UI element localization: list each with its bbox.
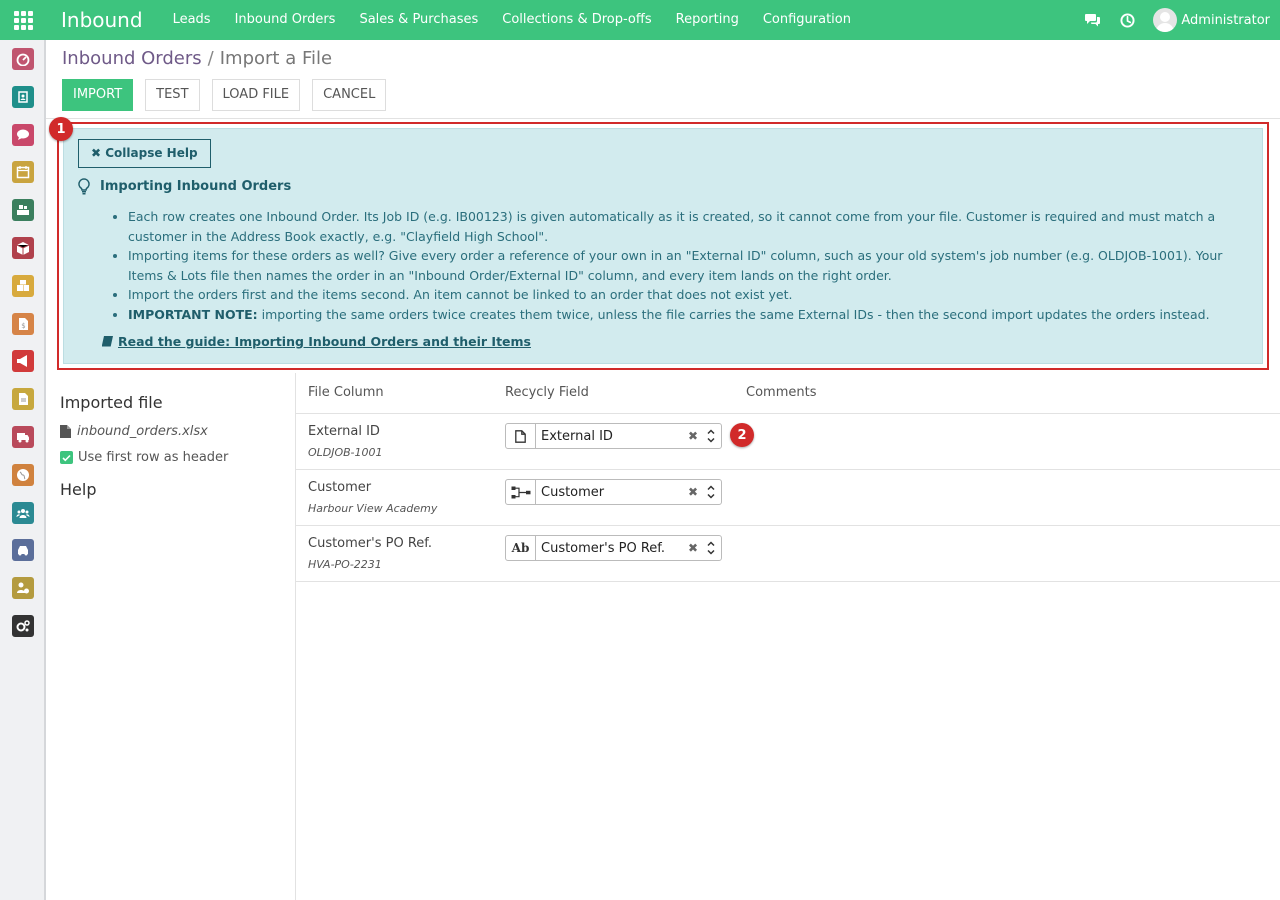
clear-icon[interactable]: ✖	[685, 429, 701, 443]
menu-item-leads[interactable]: Leads	[161, 0, 223, 40]
systray: Administrator	[1075, 0, 1280, 40]
menu-item-sales-purchases[interactable]: Sales & Purchases	[347, 0, 490, 40]
file-column-sample: Harbour View Academy	[308, 502, 438, 515]
menu-item-collections[interactable]: Collections & Drop-offs	[490, 0, 663, 40]
field-select[interactable]: Customer ✖	[505, 479, 722, 505]
file-column-name: External ID	[308, 424, 380, 439]
clear-icon[interactable]: ✖	[685, 541, 701, 555]
help-title-text: Importing Inbound Orders	[100, 179, 292, 194]
menu-item-reporting[interactable]: Reporting	[664, 0, 751, 40]
book-icon	[102, 336, 113, 347]
inventory-icon[interactable]	[12, 199, 34, 222]
control-panel: Inbound Orders / Import a File IMPORT TE…	[46, 40, 1280, 119]
field-mapping-table: File Column Recycly Field Comments Exter…	[296, 373, 1280, 582]
invoicing-icon[interactable]: $	[12, 312, 34, 335]
svg-text:$: $	[21, 322, 25, 330]
field-select-value: Customer	[541, 484, 605, 500]
table-row: Customer's PO Ref. HVA-PO-2231 Ab Custom…	[296, 526, 1280, 582]
imported-file-name: inbound_orders.xlsx	[60, 424, 208, 439]
apps-grid-icon	[13, 10, 33, 30]
activity-clock-icon[interactable]	[1110, 0, 1145, 40]
calendar-icon[interactable]	[12, 161, 34, 184]
imported-file-title: Imported file	[60, 393, 163, 412]
breadcrumb-separator: /	[207, 48, 214, 69]
help-section-title: Help	[60, 480, 97, 499]
text-field-icon: Ab	[506, 536, 536, 560]
lightbulb-icon	[78, 178, 90, 195]
important-note-label: IMPORTANT NOTE:	[128, 306, 258, 322]
marketing-icon[interactable]	[12, 350, 34, 373]
file-column-header: File Column	[308, 385, 384, 400]
table-row: Customer Harbour View Academy Customer ✖	[296, 470, 1280, 526]
avatar	[1153, 8, 1178, 32]
mapping-table-header: File Column Recycly Field Comments	[296, 373, 1280, 414]
help-bullet: Import the orders first and the items se…	[128, 285, 1247, 305]
discuss-icon[interactable]	[12, 123, 34, 146]
checkbox-checked-icon	[60, 451, 73, 464]
file-icon	[506, 424, 536, 448]
relation-icon	[506, 480, 536, 504]
select-arrows-icon[interactable]	[701, 484, 721, 500]
comments-column-header: Comments	[746, 385, 817, 400]
help-highlight-frame: ✖ Collapse Help Importing Inbound Orders…	[49, 117, 1269, 370]
app-sidebar: $	[0, 40, 46, 900]
boxes-icon[interactable]	[12, 237, 34, 259]
field-select-value: Customer's PO Ref.	[541, 540, 666, 556]
file-icon	[60, 425, 71, 438]
top-navbar: Inbound Leads Inbound Orders Sales & Pur…	[0, 0, 1280, 40]
select-arrows-icon[interactable]	[701, 540, 721, 556]
contacts-icon[interactable]	[12, 85, 34, 108]
settings-icon[interactable]	[12, 615, 34, 637]
import-button[interactable]: IMPORT	[62, 79, 134, 111]
cancel-button[interactable]: CANCEL	[312, 79, 387, 111]
select-arrows-icon[interactable]	[701, 428, 721, 444]
test-button[interactable]: TEST	[145, 79, 200, 111]
file-column-sample: HVA-PO-2231	[308, 558, 382, 571]
breadcrumb-current: Import a File	[219, 48, 333, 69]
user-settings-icon[interactable]	[12, 577, 34, 600]
dashboard-icon[interactable]	[12, 48, 34, 70]
documents-icon[interactable]	[12, 388, 34, 411]
field-select[interactable]: External ID ✖	[505, 423, 722, 449]
vehicles-icon[interactable]	[12, 539, 34, 562]
file-column-name: Customer's PO Ref.	[308, 536, 433, 551]
app-brand[interactable]: Inbound	[61, 8, 143, 32]
close-x-icon: ✖	[91, 146, 102, 160]
file-column-sample: OLDJOB-1001	[308, 446, 383, 459]
breadcrumb: Inbound Orders / Import a File	[62, 48, 332, 69]
help-bullet: Importing items for these orders as well…	[128, 246, 1247, 285]
website-globe-icon[interactable]	[12, 463, 34, 486]
file-column-name: Customer	[308, 480, 372, 495]
employees-icon[interactable]	[12, 501, 34, 524]
import-options-panel: Imported file inbound_orders.xlsx Use fi…	[46, 373, 296, 900]
help-bullet: IMPORTANT NOTE: importing the same order…	[128, 305, 1247, 325]
collapse-help-label: Collapse Help	[105, 146, 198, 160]
breadcrumb-parent-link[interactable]: Inbound Orders	[62, 48, 202, 69]
guide-link[interactable]: Read the guide: Importing Inbound Orders…	[102, 334, 531, 349]
field-column-header: Recycly Field	[505, 385, 589, 400]
field-select[interactable]: Ab Customer's PO Ref. ✖	[505, 535, 722, 561]
help-bullet: Each row creates one Inbound Order. Its …	[128, 207, 1247, 246]
user-name: Administrator	[1181, 12, 1270, 28]
user-menu[interactable]: Administrator	[1153, 8, 1270, 32]
use-header-checkbox[interactable]: Use first row as header	[60, 450, 228, 465]
packages-icon[interactable]	[12, 274, 34, 297]
table-row: External ID OLDJOB-1001 External ID ✖ 2	[296, 414, 1280, 470]
fleet-truck-icon[interactable]	[12, 426, 34, 448]
field-select-value: External ID	[541, 428, 613, 444]
apps-menu-button[interactable]	[0, 0, 46, 40]
action-buttons: IMPORT TEST LOAD FILE CANCEL	[62, 79, 398, 111]
load-file-button[interactable]: LOAD FILE	[211, 79, 301, 111]
help-title: Importing Inbound Orders	[78, 178, 291, 195]
step-badge-1: 1	[49, 117, 73, 141]
step-badge-2: 2	[730, 423, 754, 447]
chat-icon[interactable]	[1075, 0, 1110, 40]
main-menu: Leads Inbound Orders Sales & Purchases C…	[161, 0, 863, 40]
clear-icon[interactable]: ✖	[685, 485, 701, 499]
menu-item-inbound-orders[interactable]: Inbound Orders	[223, 0, 348, 40]
collapse-help-button[interactable]: ✖ Collapse Help	[78, 139, 211, 168]
menu-item-configuration[interactable]: Configuration	[751, 0, 863, 40]
help-panel: ✖ Collapse Help Importing Inbound Orders…	[63, 128, 1263, 364]
help-bullet-list: Each row creates one Inbound Order. Its …	[112, 207, 1247, 324]
